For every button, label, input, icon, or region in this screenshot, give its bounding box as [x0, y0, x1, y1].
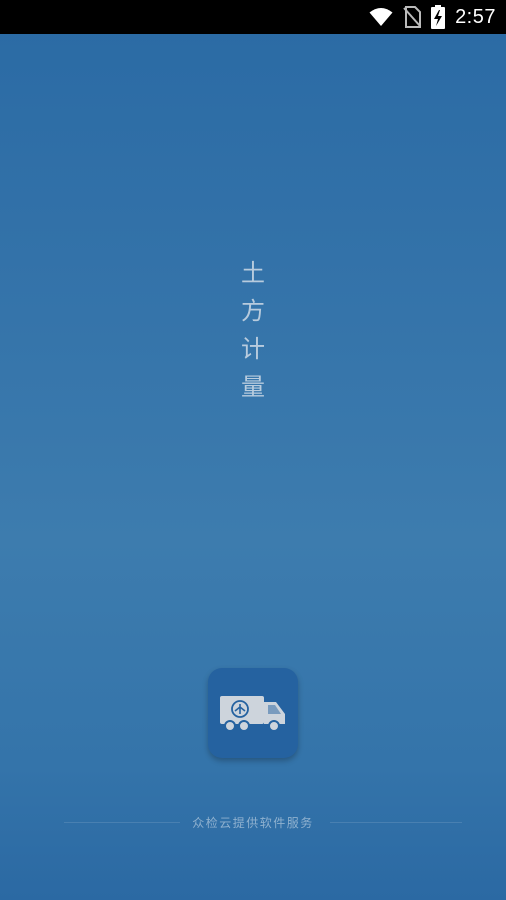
clock-time: 2:57 [455, 5, 496, 28]
splash-screen: 2:57 土 方 计 量 众检云提供软件服务 [0, 0, 506, 900]
wifi-icon [369, 7, 393, 27]
app-title-char: 计 [241, 335, 265, 363]
footer-divider-left [64, 822, 180, 823]
footer-divider-right [330, 822, 462, 823]
app-title-char: 土 [241, 259, 265, 287]
app-title-char: 方 [241, 297, 265, 325]
app-title: 土 方 计 量 [241, 254, 265, 406]
app-title-char: 量 [241, 373, 265, 401]
battery-charging-icon [431, 5, 446, 29]
status-bar: 2:57 [0, 0, 506, 34]
no-sim-icon [403, 6, 422, 28]
app-logo [208, 668, 298, 758]
truck-icon [220, 696, 285, 732]
footer-credit-text: 众检云提供软件服务 [192, 816, 314, 830]
